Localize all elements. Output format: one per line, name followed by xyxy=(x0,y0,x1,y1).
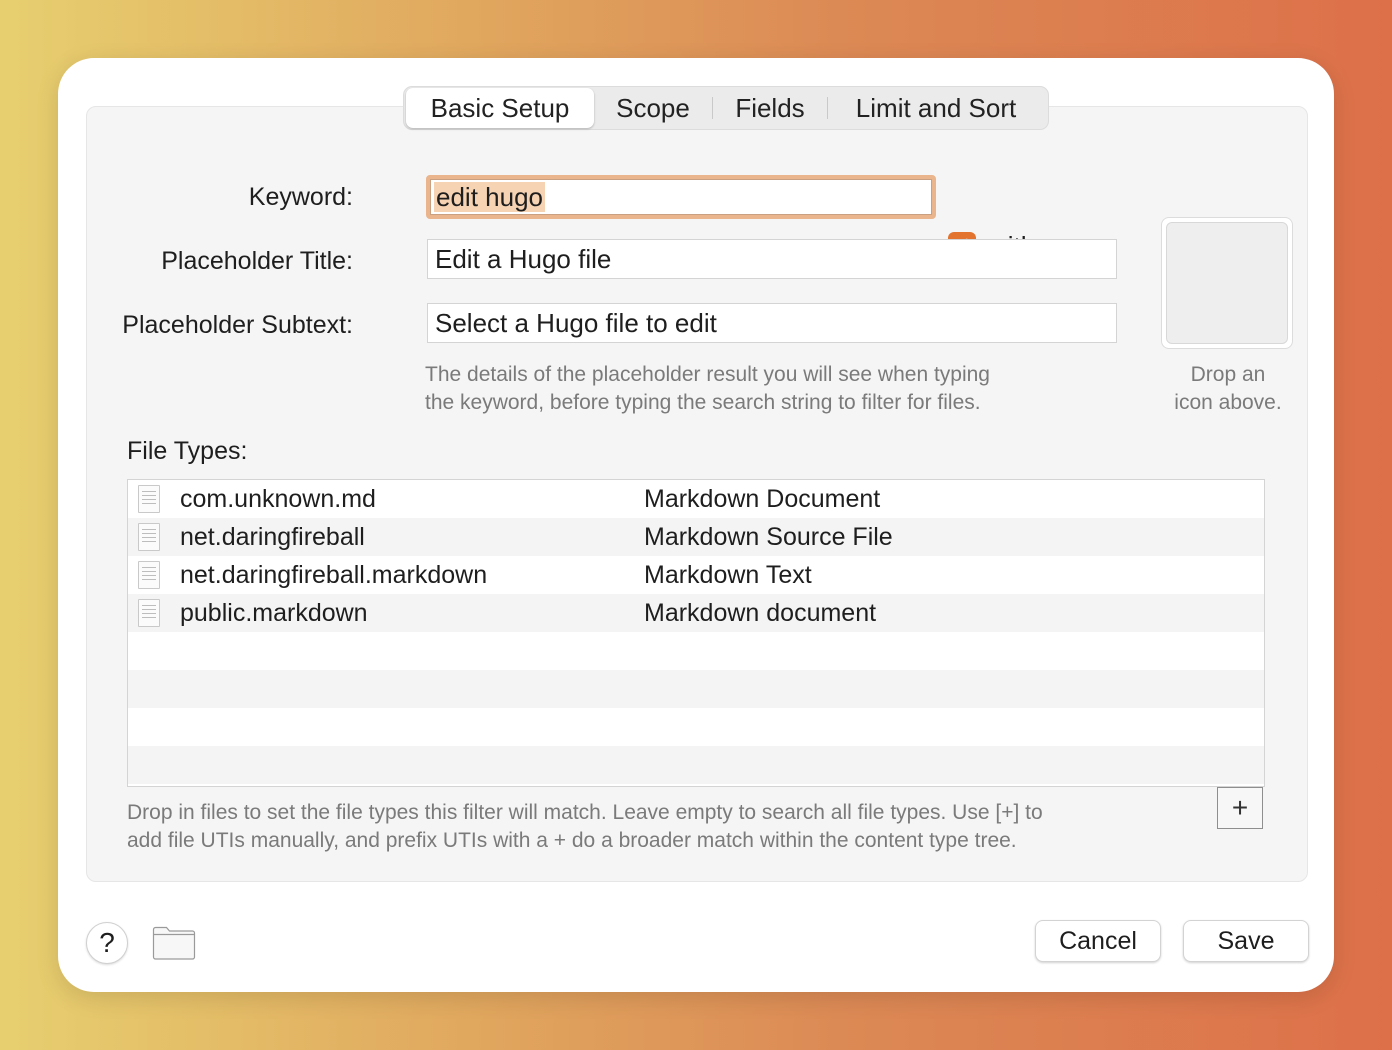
filter-setup-dialog: Basic Setup Scope Fields Limit and Sort … xyxy=(58,58,1334,992)
folder-icon[interactable] xyxy=(152,924,196,960)
icon-drop-well[interactable] xyxy=(1161,217,1293,349)
document-icon xyxy=(138,561,160,589)
description-cell: Markdown Text xyxy=(644,560,812,589)
keyword-label: Keyword: xyxy=(248,183,353,211)
file-types-title: File Types: xyxy=(127,437,248,465)
placeholder-hint: The details of the placeholder result yo… xyxy=(425,361,1115,417)
basic-setup-panel: Basic Setup Scope Fields Limit and Sort … xyxy=(86,86,1308,882)
help-button[interactable]: ? xyxy=(86,922,128,964)
placeholder-subtext-input[interactable]: Select a Hugo file to edit xyxy=(427,303,1117,343)
tab-scope[interactable]: Scope xyxy=(594,88,712,128)
icon-drop-hint-line: Drop an xyxy=(1190,363,1266,386)
placeholder-title-input[interactable]: Edit a Hugo file xyxy=(427,239,1117,279)
save-button[interactable]: Save xyxy=(1183,920,1309,962)
table-row[interactable]: net.daringfireball.markdown Markdown Tex… xyxy=(128,556,1264,594)
tab-basic-setup[interactable]: Basic Setup xyxy=(406,88,594,128)
tab-bar: Basic Setup Scope Fields Limit and Sort xyxy=(403,86,1049,130)
empty-row xyxy=(128,632,1264,670)
document-icon xyxy=(138,485,160,513)
table-row[interactable]: com.unknown.md Markdown Document xyxy=(128,480,1264,518)
uti-cell: net.daringfireball xyxy=(180,522,365,551)
empty-row xyxy=(128,708,1264,746)
uti-cell: net.daringfireball.markdown xyxy=(180,560,488,589)
keyword-input[interactable]: edit hugo xyxy=(426,175,936,219)
placeholder-title-label: Placeholder Title: xyxy=(161,247,353,275)
tab-fields[interactable]: Fields xyxy=(713,88,827,128)
empty-row xyxy=(128,670,1264,708)
document-icon xyxy=(138,523,160,551)
add-uti-button[interactable]: + xyxy=(1217,787,1263,829)
uti-cell: com.unknown.md xyxy=(180,484,376,513)
icon-drop-hint-line: icon above. xyxy=(1174,391,1282,414)
table-row[interactable]: net.daringfireball Markdown Source File xyxy=(128,518,1264,556)
empty-row xyxy=(128,746,1264,784)
keyword-value: edit hugo xyxy=(434,182,545,212)
file-types-hint-line: add file UTIs manually, and prefix UTIs … xyxy=(127,829,1017,852)
file-types-hint-line: Drop in files to set the file types this… xyxy=(127,801,1043,824)
description-cell: Markdown Source File xyxy=(644,522,893,551)
uti-cell: public.markdown xyxy=(180,598,368,627)
description-cell: Markdown Document xyxy=(644,484,881,513)
cancel-button[interactable]: Cancel xyxy=(1035,920,1161,962)
file-types-hint: Drop in files to set the file types this… xyxy=(127,799,1197,855)
file-types-table[interactable]: com.unknown.md Markdown Document net.dar… xyxy=(127,479,1265,787)
icon-drop-hint: Drop an icon above. xyxy=(1149,361,1307,417)
icon-placeholder xyxy=(1166,222,1288,344)
placeholder-subtext-label: Placeholder Subtext: xyxy=(122,311,353,339)
placeholder-hint-line: The details of the placeholder result yo… xyxy=(425,363,990,386)
placeholder-hint-line: the keyword, before typing the search st… xyxy=(425,391,981,414)
table-row[interactable]: public.markdown Markdown document xyxy=(128,594,1264,632)
description-cell: Markdown document xyxy=(644,598,877,627)
document-icon xyxy=(138,599,160,627)
tab-limit-and-sort[interactable]: Limit and Sort xyxy=(828,88,1044,128)
